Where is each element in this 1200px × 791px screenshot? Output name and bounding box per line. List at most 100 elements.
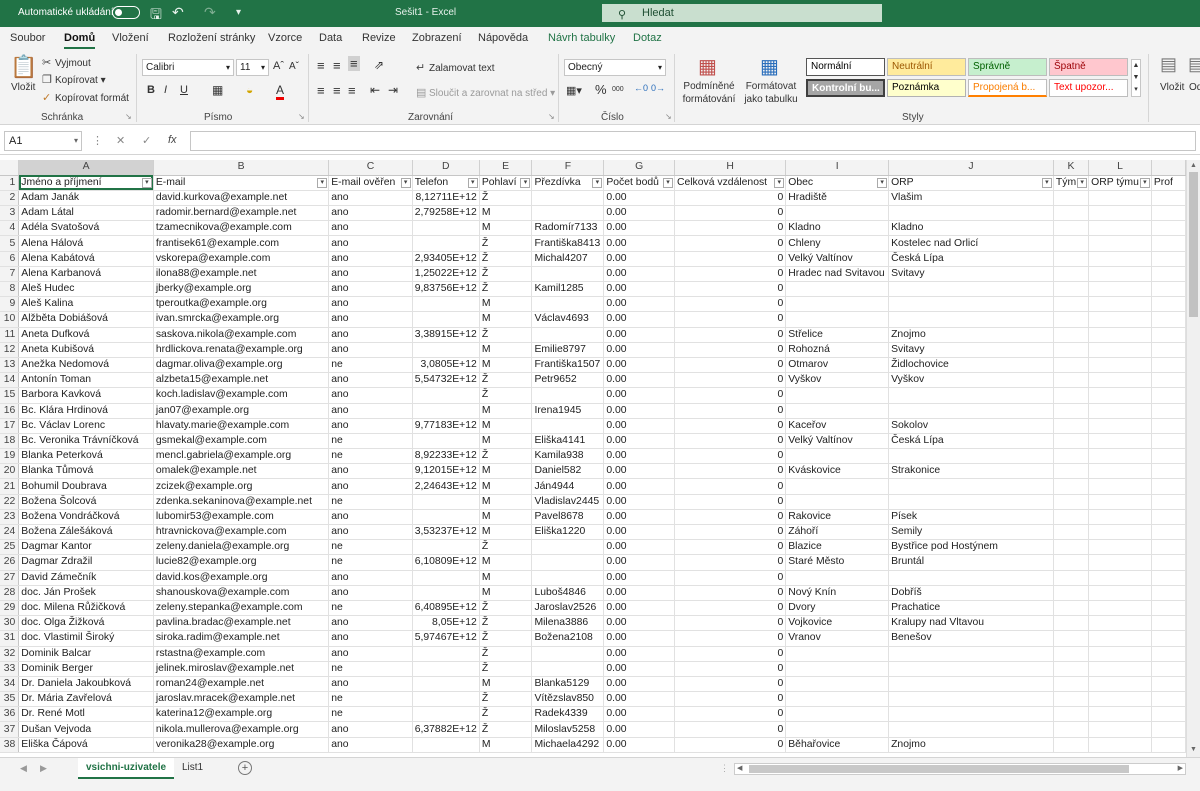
search-box[interactable]: ⚲ Hledat (602, 4, 882, 22)
grid-cell[interactable] (785, 403, 890, 419)
grid-cell[interactable] (412, 494, 480, 510)
grid-cell[interactable] (531, 539, 605, 556)
bold-button[interactable]: B (147, 84, 155, 96)
grid-cell[interactable]: ano (328, 387, 413, 404)
grid-cell[interactable]: Ž (479, 235, 533, 252)
grid-cell[interactable]: Milena3886 (531, 615, 605, 632)
grid-cell[interactable]: 0.00 (603, 524, 675, 541)
grid-cell[interactable]: 0 (674, 691, 787, 708)
grid-cell[interactable]: rstastna@example.com (153, 646, 330, 662)
grid-cell[interactable] (1088, 311, 1152, 328)
grid-cell[interactable] (1053, 721, 1090, 738)
grid-cell[interactable]: Česká Lípa (888, 251, 1054, 267)
row-header[interactable]: 30 (0, 615, 20, 632)
grid-cell[interactable]: Dominik Berger (18, 661, 154, 677)
style-bad[interactable]: Špatně (1049, 58, 1128, 76)
grid-cell[interactable] (1088, 554, 1152, 571)
grid-cell[interactable]: Strakonice (888, 463, 1054, 480)
grid-cell[interactable]: Nový Knín (785, 585, 890, 601)
grid-cell[interactable]: 0.00 (603, 357, 675, 374)
row-header[interactable]: 5 (0, 235, 20, 252)
grid-cell[interactable]: 0.00 (603, 251, 675, 267)
grid-cell[interactable] (888, 311, 1054, 328)
grid-cell[interactable] (1053, 539, 1090, 556)
grid-cell[interactable]: Aneta Dufková (18, 327, 154, 343)
grid-cell[interactable]: Kaceřov (785, 418, 890, 434)
italic-button[interactable]: I (164, 84, 167, 96)
row-header[interactable]: 38 (0, 737, 20, 753)
grid-cell[interactable]: M (479, 403, 533, 419)
grid-cell[interactable] (1151, 706, 1186, 723)
grid-cell[interactable] (1151, 524, 1186, 541)
grid-cell[interactable]: Františka1507 (531, 357, 605, 374)
grid-cell[interactable]: Bohumil Doubrava (18, 478, 154, 495)
grid-cell[interactable]: 0.00 (603, 676, 675, 693)
grid-cell[interactable]: ano (328, 205, 413, 222)
grid-cell[interactable] (1151, 403, 1186, 419)
cut-button[interactable]: ✂ Vyjmout (42, 56, 91, 69)
filter-dropdown-icon[interactable]: ▾ (1077, 177, 1088, 188)
grid-cell[interactable]: Svitavy (888, 342, 1054, 358)
grid-cell[interactable]: Dr. Mária Zavřelová (18, 691, 154, 708)
grid-cell[interactable]: Benešov (888, 630, 1054, 647)
filter-dropdown-icon[interactable]: ▾ (662, 177, 673, 188)
grid-cell[interactable]: Bruntál (888, 554, 1054, 571)
grid-cell[interactable]: ivan.smrcka@example.org (153, 311, 330, 328)
grid-cell[interactable] (1053, 205, 1090, 222)
scroll-left-icon[interactable]: ◀ (737, 764, 742, 772)
row-header[interactable]: 7 (0, 266, 20, 283)
grid-cell[interactable]: 0.00 (603, 205, 675, 222)
grid-cell[interactable] (1151, 539, 1186, 556)
grid-cell[interactable]: Blanka5129 (531, 676, 605, 693)
align-bottom-icon[interactable]: ≡ (348, 56, 360, 71)
row-header[interactable]: 3 (0, 205, 20, 222)
grid-cell[interactable]: Chleny (785, 235, 890, 252)
grid-cell[interactable] (531, 190, 605, 207)
grid-cell[interactable]: Ž (479, 327, 533, 343)
grid-cell[interactable] (1053, 478, 1090, 495)
grid-cell[interactable] (1151, 372, 1186, 389)
grid-cell[interactable]: Dušan Vejvoda (18, 721, 154, 738)
grid-cell[interactable] (888, 448, 1054, 465)
grid-cell[interactable]: doc. Vlastimil Široký (18, 630, 154, 647)
grid-cell[interactable]: Ž (479, 387, 533, 404)
grid-cell[interactable]: 0 (674, 676, 787, 693)
grid-cell[interactable] (1088, 585, 1152, 601)
column-header[interactable]: D (412, 160, 480, 176)
grid-cell[interactable] (1053, 327, 1090, 343)
grid-cell[interactable] (785, 478, 890, 495)
grid-cell[interactable]: ano (328, 478, 413, 495)
grid-cell[interactable] (1088, 615, 1152, 632)
grid-cell[interactable] (1053, 600, 1090, 617)
grid-cell[interactable]: 9,83756E+12 (412, 281, 480, 298)
grid-cell[interactable]: Radek4339 (531, 706, 605, 723)
grid-cell[interactable]: 0 (674, 570, 787, 586)
delete-cells-button[interactable]: Od (1189, 82, 1200, 93)
grid-cell[interactable]: 0.00 (603, 463, 675, 480)
grid-cell[interactable]: ano (328, 630, 413, 647)
grid-cell[interactable] (1088, 570, 1152, 586)
grid-cell[interactable]: Ž (479, 266, 533, 283)
grid-cell[interactable]: Anežka Nedomová (18, 357, 154, 374)
row-header[interactable]: 1 (0, 175, 20, 191)
grid-cell[interactable]: Dagmar Kantor (18, 539, 154, 556)
grid-cell[interactable]: Božena2108 (531, 630, 605, 647)
grid-cell[interactable]: 0 (674, 387, 787, 404)
grid-cell[interactable] (888, 676, 1054, 693)
grid-cell[interactable]: Jaroslav2526 (531, 600, 605, 617)
column-header[interactable]: J (888, 160, 1054, 176)
grid-cell[interactable] (1053, 706, 1090, 723)
grid-cell[interactable] (1151, 190, 1186, 207)
decrease-indent-icon[interactable]: ⇤ (370, 83, 380, 97)
grid-cell[interactable]: 0.00 (603, 585, 675, 601)
grid-cell[interactable]: Adéla Svatošová (18, 220, 154, 237)
grid-cell[interactable]: ano (328, 721, 413, 738)
grid-cell[interactable]: ano (328, 403, 413, 419)
grid-cell[interactable] (412, 311, 480, 328)
row-header[interactable]: 25 (0, 539, 20, 556)
grid-cell[interactable] (888, 478, 1054, 495)
grid-cell[interactable]: Alena Karbanová (18, 266, 154, 283)
row-header[interactable]: 36 (0, 706, 20, 723)
grid-cell[interactable] (888, 661, 1054, 677)
grid-cell[interactable]: 0.00 (603, 266, 675, 283)
